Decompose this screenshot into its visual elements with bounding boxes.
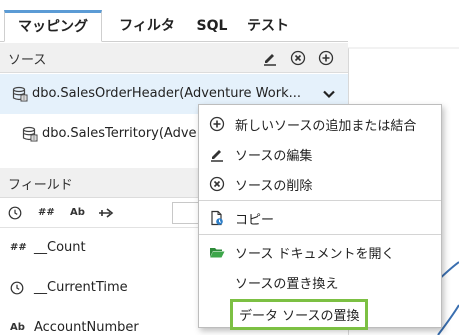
menu-item-add-or-join-source[interactable]: 新しいソースの追加または結合 xyxy=(199,108,441,139)
menu-separator xyxy=(199,200,441,201)
number-type-icon: ## xyxy=(10,242,27,253)
pencil-icon xyxy=(211,150,223,162)
menu-item-delete-source[interactable]: ソースの削除 xyxy=(199,168,441,199)
menu-item-label: コピー xyxy=(235,213,275,228)
sources-header: ソース xyxy=(0,43,348,73)
menu-item-label: ソースの置き換え xyxy=(235,277,339,292)
source-label: dbo.SalesOrderHeader(Adventure Work... xyxy=(32,86,302,101)
menu-item-label: ソースの編集 xyxy=(235,149,313,164)
menu-item-replace-source[interactable]: ソースの置き換え xyxy=(199,266,441,297)
plus-circle-icon xyxy=(209,116,225,132)
tab-filter[interactable]: フィルタ xyxy=(112,10,182,42)
text-type-icon[interactable]: Ab xyxy=(70,206,86,220)
x-circle-icon xyxy=(209,176,225,192)
relation-icon[interactable] xyxy=(98,206,116,220)
remove-source-icon[interactable] xyxy=(290,50,306,66)
add-source-icon[interactable] xyxy=(318,50,334,66)
tab-sql[interactable]: SQL xyxy=(190,10,234,42)
text-type-icon: Ab xyxy=(10,322,25,333)
field-label: __Count xyxy=(34,240,86,255)
menu-item-edit-source[interactable]: ソースの編集 xyxy=(199,138,441,169)
copy-icon xyxy=(211,210,223,226)
database-icon xyxy=(22,126,38,142)
number-type-icon[interactable]: ## xyxy=(38,206,56,220)
field-label: AccountNumber xyxy=(34,320,139,335)
database-icon xyxy=(12,86,28,102)
menu-item-copy[interactable]: コピー xyxy=(199,202,441,233)
menu-item-replace-data-source[interactable]: データ ソースの置換 xyxy=(199,296,441,330)
source-label: dbo.SalesTerritory(Adve xyxy=(42,126,197,141)
tab-test[interactable]: テスト xyxy=(238,10,298,42)
fields-title: フィールド xyxy=(8,178,73,193)
menu-item-label: データ ソースの置換 xyxy=(230,299,369,330)
tab-mapping[interactable]: マッピング xyxy=(4,10,102,42)
menu-item-open-source-document[interactable]: ソース ドキュメントを開く xyxy=(199,236,441,267)
clock-icon[interactable] xyxy=(8,206,22,220)
chevron-down-icon[interactable] xyxy=(322,87,336,101)
clock-icon xyxy=(10,281,24,295)
menu-item-label: ソース ドキュメントを開く xyxy=(235,247,395,262)
edit-source-icon[interactable] xyxy=(262,50,278,66)
folder-open-icon xyxy=(210,248,225,258)
menu-item-label: 新しいソースの追加または結合 xyxy=(235,119,417,134)
source-context-menu: 新しいソースの追加または結合 ソースの編集 ソースの削除 コピー ソース ドキュ… xyxy=(198,104,442,330)
tab-bar: マッピング フィルタ SQL テスト xyxy=(0,0,348,42)
menu-item-label: ソースの削除 xyxy=(235,179,313,194)
sources-title: ソース xyxy=(8,53,47,68)
field-label: __CurrentTime xyxy=(34,280,128,295)
menu-separator xyxy=(199,234,441,235)
